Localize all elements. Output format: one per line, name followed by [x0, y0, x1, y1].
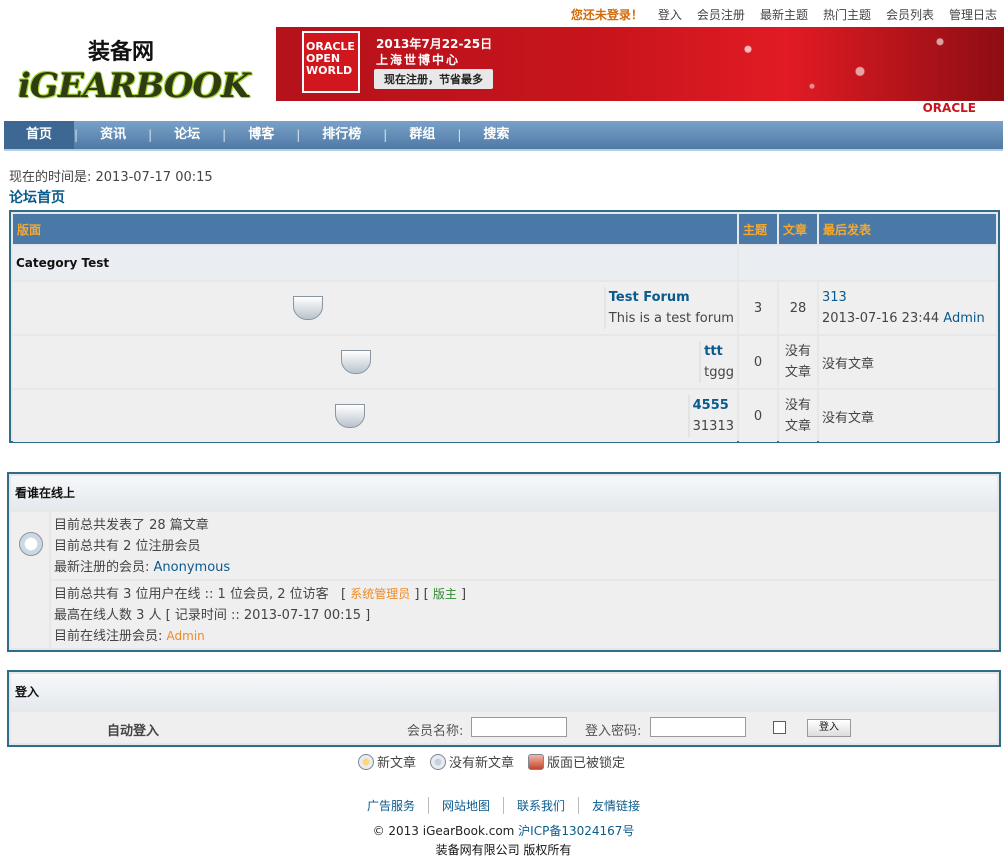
copyright: © 2013 iGearBook.com 沪ICP备13024167号 [0, 822, 1007, 839]
login-panel: 登入 自动登入 会员名称: 登入密码: 登入 [7, 670, 1001, 747]
latest-topics-link[interactable]: 最新主题 [760, 6, 808, 23]
main-nav: 首页 | 资讯 | 论坛 | 博客 | 排行榜 | 群组 | 搜索 [4, 121, 1003, 151]
not-logged-in-notice: 您还未登录！ [570, 8, 643, 22]
nav-forum[interactable]: 论坛 [152, 121, 222, 149]
forum-table: 版面 主题 文章 最后发表 Category Test Test Forum T… [9, 210, 1000, 443]
stat-total-members: 目前总共有 2 位注册会员 [54, 539, 201, 554]
table-row: Test Forum This is a test forum 3 28 313… [13, 282, 996, 334]
footer-friend-links[interactable]: 友情链接 [579, 797, 653, 814]
icon-legend: 新文章 没有新文章 版面已被锁定 [358, 752, 625, 771]
newest-member-link[interactable]: Anonymous [154, 560, 231, 575]
admin-log-link[interactable]: 管理日志 [949, 6, 997, 23]
new-posts-icon [358, 753, 374, 770]
category-title[interactable]: Category Test [13, 246, 737, 280]
online-panel: 看谁在线上 目前总共发表了 28 篇文章 目前总共有 2 位注册会员 最新注册的… [7, 472, 1001, 652]
password-input[interactable] [650, 717, 746, 737]
member-list-link[interactable]: 会员列表 [886, 6, 934, 23]
current-time: 现在的时间是: 2013-07-17 00:15 [9, 170, 213, 185]
auto-login-label: 自动登入 [107, 724, 160, 739]
logo-english: iGEARBOOK [18, 66, 251, 106]
legend-locked: 版面已被锁定 [547, 756, 626, 771]
footer-sitemap-link[interactable]: 网站地图 [429, 797, 504, 814]
forum-description: This is a test forum [608, 311, 734, 326]
login-title[interactable]: 登入 [11, 674, 997, 710]
nav-blog[interactable]: 博客 [226, 121, 296, 149]
forum-topics-count: 0 [739, 390, 777, 442]
username-input[interactable] [471, 717, 567, 737]
category-spacer [739, 246, 996, 280]
forum-posts-count: 没有文章 [779, 336, 817, 388]
stat-total-posts: 目前总共发表了 28 篇文章 [54, 518, 209, 533]
username-label: 会员名称: [407, 724, 464, 739]
banner-footer-strip: ORACLE [276, 101, 1004, 117]
legend-new: 新文章 [377, 756, 417, 771]
login-button[interactable]: 登入 [807, 719, 851, 737]
banner-decoration [684, 27, 1004, 101]
forum-name-link[interactable]: 4555 [693, 398, 729, 413]
logo-chinese: 装备网 [88, 39, 155, 65]
forum-description: 31313 [692, 419, 734, 434]
table-row: 4555 31313 0 没有文章 没有文章 [13, 390, 996, 442]
company-name: 装备网有限公司 版权所有 [435, 843, 572, 857]
footer-contact-link[interactable]: 联系我们 [504, 797, 580, 814]
forum-no-new-posts-icon [292, 296, 323, 320]
last-post-empty: 没有文章 [819, 390, 996, 442]
breadcrumb-forum-home[interactable]: 论坛首页 [9, 187, 65, 207]
online-members-label: 目前在线注册会员: [54, 629, 167, 644]
nav-search[interactable]: 搜索 [461, 121, 531, 149]
password-label: 登入密码: [585, 724, 642, 739]
max-online-record: 最高在线人数 3 人 [ 记录时间 :: 2013-07-17 00:15 ] [54, 608, 371, 623]
header-forum: 版面 [13, 214, 737, 244]
register-link[interactable]: 会员注册 [697, 6, 745, 23]
last-post-user[interactable]: Admin [943, 311, 984, 326]
forum-description: tggg [704, 365, 734, 380]
nav-news[interactable]: 资讯 [78, 121, 148, 149]
no-new-posts-icon [430, 753, 447, 770]
legend-none: 没有新文章 [449, 756, 515, 771]
forum-no-new-posts-icon [334, 404, 365, 428]
header-topics: 主题 [739, 214, 777, 244]
oracle-banner-ad[interactable]: ORACLE OPEN WORLD 2013年7月22-25日 上海世博中心 现… [276, 27, 1004, 117]
banner-register-button[interactable]: 现在注册，节省最多 [374, 69, 493, 89]
header-posts: 文章 [779, 214, 817, 244]
online-member-admin-link[interactable]: Admin [167, 629, 205, 643]
forum-no-new-posts-icon [340, 350, 371, 374]
forum-name-link[interactable]: Test Forum [609, 290, 690, 305]
copyright-text: © 2013 iGearBook.com [372, 824, 519, 838]
user-links-bar: 您还未登录！ 登入 会员注册 最新主题 热门主题 会员列表 管理日志 [571, 6, 997, 23]
forum-topics-count: 3 [739, 282, 777, 334]
last-post-empty: 没有文章 [819, 336, 996, 388]
last-post-time: 2013-07-16 23:44 [822, 311, 940, 326]
footer-ad-link[interactable]: 广告服务 [354, 797, 429, 814]
forum-topics-count: 0 [739, 336, 777, 388]
site-logo[interactable]: 装备网 iGEARBOOK [12, 30, 252, 110]
nav-home[interactable]: 首页 [4, 121, 75, 149]
login-link[interactable]: 登入 [658, 6, 682, 23]
banner-date: 2013年7月22-25日 [376, 37, 493, 51]
hot-topics-link[interactable]: 热门主题 [823, 6, 871, 23]
forum-posts-count: 没有文章 [779, 390, 817, 442]
moderator-legend: 版主 [432, 587, 457, 601]
online-count: 目前总共有 3 位用户在线 :: 1 位会员, 2 位访客 [54, 587, 329, 602]
online-title[interactable]: 看谁在线上 [11, 476, 997, 510]
last-post-link[interactable]: 313 [822, 290, 847, 305]
table-row: ttt tggg 0 没有文章 没有文章 [13, 336, 996, 388]
newest-member-label: 最新注册的会员: [54, 560, 154, 575]
locked-forum-icon [528, 753, 545, 770]
nav-groups[interactable]: 群组 [387, 121, 457, 149]
nav-ranking[interactable]: 排行榜 [300, 121, 383, 149]
banner-brand-box: ORACLE OPEN WORLD [302, 31, 360, 93]
banner-place: 上海世博中心 [376, 53, 461, 67]
admin-legend: 系统管理员 [350, 587, 411, 601]
auto-login-checkbox[interactable] [773, 721, 786, 734]
footer-links: 广告服务 网站地图 联系我们 友情链接 [0, 797, 1007, 814]
forum-name-link[interactable]: ttt [704, 344, 723, 359]
online-users-icon [19, 532, 43, 556]
forum-posts-count: 28 [779, 282, 817, 334]
icp-link[interactable]: 沪ICP备13024167号 [518, 824, 634, 838]
header-last-post: 最后发表 [819, 214, 996, 244]
oracle-logo: ORACLE [922, 101, 976, 115]
